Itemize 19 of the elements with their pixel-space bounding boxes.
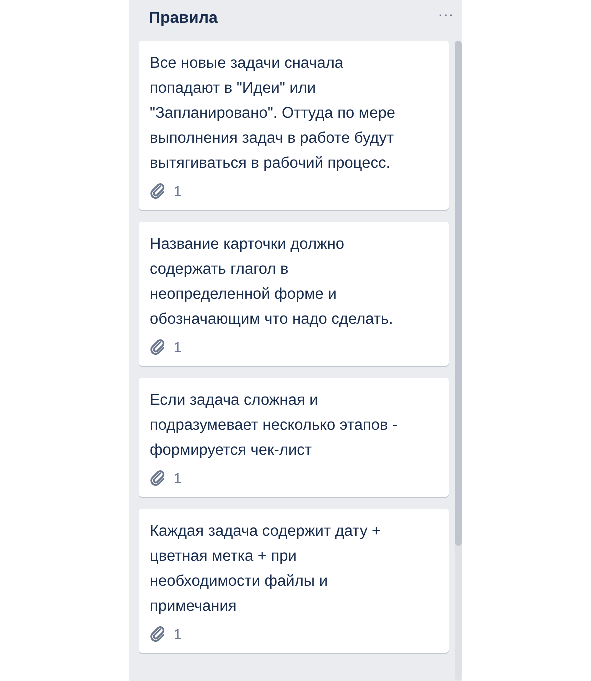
attachment-count: 1 — [174, 624, 182, 644]
card[interactable]: Если задача сложная и подразумевает несколько этапов - формируется чек-лист 1 — [139, 378, 449, 497]
card-title: Название карточки должно содержать глагол в неопределенной форме и обозначающим что надо сделать. — [150, 235, 394, 330]
scrollbar-thumb[interactable] — [455, 41, 462, 546]
card-title: Все новые задачи сначала попадают в "Идеи" или "Запланировано". Оттуда по мере выполнения задач в работе будут вытягиваться в рабочий процесс. — [150, 54, 396, 174]
attachment-count: 1 — [174, 338, 182, 356]
card-title: Каждая задача содержит дату + цветная метка + при необходимости файлы и примечания — [150, 522, 382, 617]
paperclip-icon — [150, 626, 166, 642]
card[interactable]: Все новые задачи сначала попадают в "Идеи" или "Запланировано". Оттуда по мере выполнения задач в работе будут вытягиваться в рабочий процесс. 1 — [139, 41, 449, 210]
card-title: Если задача сложная и подразумевает несколько этапов - формируется чек-лист — [150, 391, 399, 461]
card[interactable]: Название карточки должно содержать глагол в неопределенной форме и обозначающим что надо сделать. 1 — [139, 222, 449, 366]
paperclip-icon — [150, 339, 166, 355]
card[interactable]: Каждая задача содержит дату + цветная метка + при необходимости файлы и примечания 1 — [139, 509, 449, 653]
list-title[interactable]: Правила — [149, 7, 218, 31]
list-menu-button[interactable]: ··· — [438, 8, 454, 30]
attachment-count: 1 — [174, 468, 182, 488]
attachment-count: 1 — [174, 182, 182, 200]
paperclip-icon — [150, 470, 166, 486]
paperclip-icon — [150, 183, 166, 199]
